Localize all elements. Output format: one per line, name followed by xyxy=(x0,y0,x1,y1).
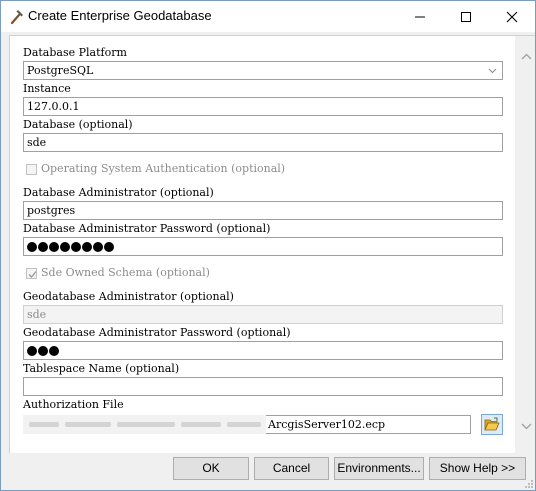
close-button[interactable] xyxy=(489,1,535,32)
sde-owned-schema-label: Sde Owned Schema (optional) xyxy=(41,266,210,279)
db-admin-password-label: Database Administrator Password (optiona… xyxy=(23,222,271,235)
vertical-scrollbar[interactable] xyxy=(515,36,535,453)
gdb-admin-input[interactable]: sde xyxy=(23,305,503,324)
chevron-down-icon xyxy=(488,68,497,74)
sde-owned-schema-checkbox[interactable] xyxy=(26,268,37,279)
password-mask xyxy=(27,240,115,253)
close-icon xyxy=(506,11,518,23)
title-bar[interactable]: Create Enterprise Geodatabase xyxy=(1,1,535,32)
authorization-file-input[interactable]: ArcgisServer102.ecp xyxy=(266,415,471,434)
redacted-path xyxy=(23,415,266,434)
environments-button[interactable]: Environments... xyxy=(334,457,424,480)
show-help-button[interactable]: Show Help >> xyxy=(429,457,526,480)
db-admin-input[interactable]: postgres xyxy=(23,201,503,220)
button-bar: OK Cancel Environments... Show Help >> xyxy=(1,453,535,490)
database-input[interactable]: sde xyxy=(23,133,503,152)
tablespace-label: Tablespace Name (optional) xyxy=(23,362,180,375)
authorization-file-label: Authorization File xyxy=(23,398,124,411)
dialog-window: Create Enterprise Geodatabase Database P… xyxy=(0,0,536,491)
window-title: Create Enterprise Geodatabase xyxy=(28,8,212,23)
maximize-button[interactable] xyxy=(443,1,489,32)
minimize-button[interactable] xyxy=(397,1,443,32)
database-platform-select[interactable]: PostgreSQL xyxy=(23,61,503,80)
gdb-admin-password-input[interactable] xyxy=(23,341,503,360)
scroll-up-icon[interactable] xyxy=(521,53,532,60)
db-admin-label: Database Administrator (optional) xyxy=(23,186,214,199)
os-auth-checkbox[interactable] xyxy=(26,164,37,175)
maximize-icon xyxy=(461,12,471,22)
instance-label: Instance xyxy=(23,82,71,95)
os-auth-label: Operating System Authentication (optiona… xyxy=(41,162,286,175)
minimize-icon xyxy=(415,16,425,18)
gdb-admin-label: Geodatabase Administrator (optional) xyxy=(23,290,234,303)
resize-grip-icon[interactable] xyxy=(524,479,534,489)
parameters-panel: Database Platform PostgreSQL Instance 12… xyxy=(9,35,535,454)
cancel-button[interactable]: Cancel xyxy=(254,457,329,480)
ok-button[interactable]: OK xyxy=(173,457,249,480)
browse-button[interactable] xyxy=(481,414,503,435)
database-platform-label: Database Platform xyxy=(23,46,127,59)
db-admin-password-input[interactable] xyxy=(23,237,503,256)
folder-open-icon xyxy=(484,417,500,431)
gdb-admin-password-label: Geodatabase Administrator Password (opti… xyxy=(23,326,291,339)
checkmark-icon xyxy=(28,271,37,278)
scroll-down-icon[interactable] xyxy=(521,423,532,430)
tablespace-input[interactable] xyxy=(23,377,503,396)
hammer-icon xyxy=(10,10,23,25)
instance-input[interactable]: 127.0.0.1 xyxy=(23,97,503,116)
database-label: Database (optional) xyxy=(23,118,133,131)
database-platform-value: PostgreSQL xyxy=(27,64,94,77)
password-mask xyxy=(27,344,60,357)
